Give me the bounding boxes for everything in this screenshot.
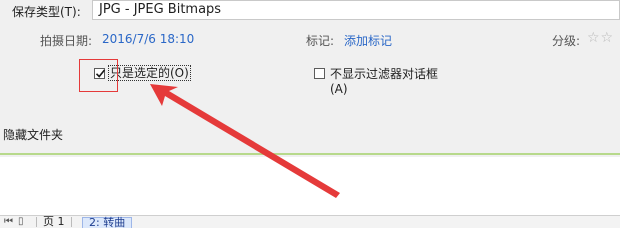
tab-page-1[interactable]: 页 1 (36, 216, 72, 227)
tab-page-2[interactable]: 2: 转曲 (82, 217, 133, 228)
first-page-icon[interactable]: ⏮ (4, 216, 13, 227)
annotation-arrow-icon (150, 84, 340, 198)
page-icon[interactable]: ▯ (18, 216, 24, 227)
